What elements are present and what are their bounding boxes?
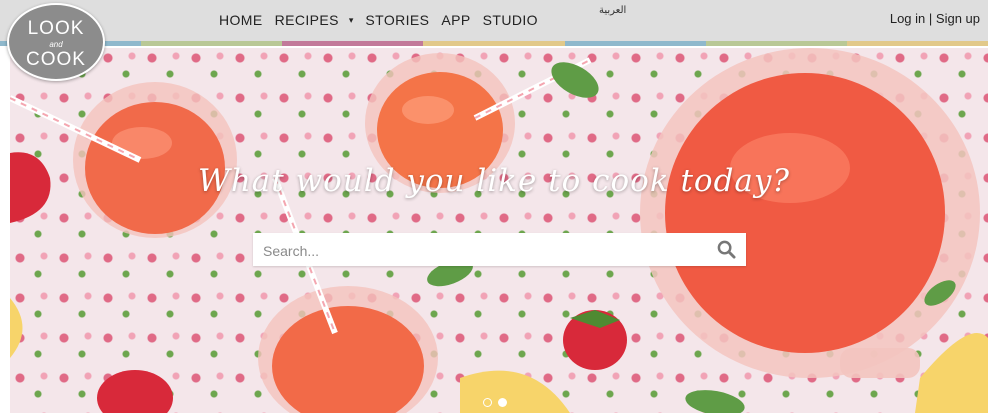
chevron-down-icon[interactable]: ▾: [349, 15, 354, 26]
auth-separator: |: [928, 11, 933, 26]
hero-juice-photo: [10, 48, 988, 413]
juice-pitcher: [640, 48, 980, 378]
site-logo[interactable]: LOOK and COOK: [7, 3, 105, 81]
carousel-dot-1[interactable]: [483, 398, 492, 407]
logo-word-look: LOOK: [27, 18, 85, 39]
carousel-indicators: [483, 398, 513, 407]
signup-link[interactable]: Sign up: [936, 11, 980, 26]
drink-glass-left: [73, 82, 237, 238]
language-switch-arabic[interactable]: العربية: [599, 5, 626, 16]
login-link[interactable]: Log in: [890, 11, 925, 26]
recipe-search-box: [253, 233, 746, 266]
carousel-dot-2[interactable]: [498, 398, 507, 407]
hero-headline: What would you like to cook today?: [197, 163, 791, 199]
logo-word-cook: COOK: [26, 49, 86, 70]
stripe-segment-2: [141, 41, 283, 46]
search-input[interactable]: [261, 239, 705, 262]
nav-home[interactable]: HOME: [219, 12, 263, 28]
stripe-segment-6: [705, 41, 847, 46]
nav-app[interactable]: APP: [441, 12, 470, 28]
nav-studio[interactable]: STUDIO: [483, 12, 538, 28]
stripe-segment-3: [282, 41, 424, 46]
stripe-segment-5: [564, 41, 706, 46]
nav-recipes[interactable]: RECIPES: [275, 12, 339, 28]
search-icon[interactable]: [717, 240, 736, 259]
hero-banner: [10, 48, 988, 413]
auth-links: Log in | Sign up: [890, 11, 980, 26]
drink-glass-bottom: [258, 286, 438, 413]
stripe-segment-4: [423, 41, 565, 46]
top-navigation-bar: HOME RECIPES ▾ STORIES APP STUDIO العربي…: [0, 0, 988, 41]
logo-word-and: and: [49, 40, 63, 49]
stripe-segment-7: [846, 41, 988, 46]
color-stripe: [0, 41, 988, 46]
main-navigation: HOME RECIPES ▾ STORIES APP STUDIO: [219, 12, 550, 28]
nav-stories[interactable]: STORIES: [365, 12, 429, 28]
